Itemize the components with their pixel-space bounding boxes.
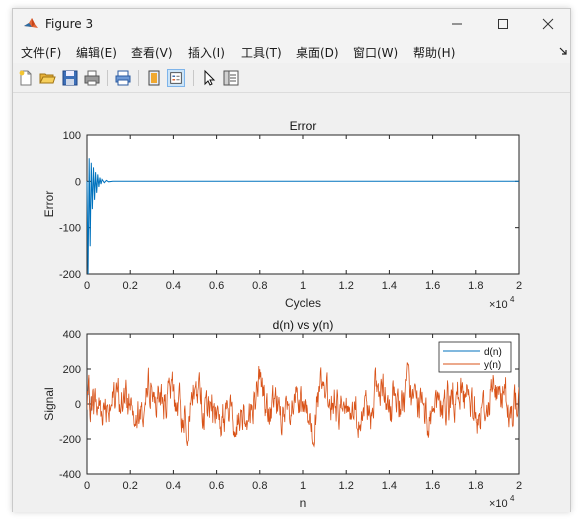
x-tick-label: 0.6 [209,480,224,492]
x-tick-label: 0 [84,280,90,292]
x-tick-label: 0.4 [166,480,181,492]
menu-bar: 文件(F) 编辑(E) 查看(V) 插入(I) 工具(T) 桌面(D) 窗口(W… [13,39,570,63]
x-axis-exponent: ×10 4 [489,494,515,510]
x-tick-label: 1.2 [339,480,354,492]
menu-desktop[interactable]: 桌面(D) [296,44,339,61]
x-tick-label: 0.6 [209,280,224,292]
x-axis-exponent: ×10 4 [489,295,515,311]
toolbar-separator [107,70,108,86]
y-tick-label: -200 [59,434,81,446]
toolbar-separator [193,70,194,86]
x-tick-label: 1.8 [468,480,483,492]
save-icon[interactable] [61,69,79,87]
y-axis-label: Error [42,191,56,218]
svg-text:×10: ×10 [489,299,508,311]
y-tick-label: -200 [59,269,81,281]
maximize-button[interactable] [480,9,526,39]
x-tick-label: 0 [84,480,90,492]
menu-tools[interactable]: 工具(T) [241,44,282,61]
x-tick-label: 0.8 [252,480,267,492]
plots-svg[interactable]: Error Cycles Error 1000-100-200 0 0.2 0.4 0… [13,93,570,512]
svg-text:4: 4 [510,295,515,304]
figure-canvas[interactable]: Error Cycles Error 100 0 -100 -200 0 0.2 0.4 0… [13,93,570,512]
x-tick-label: 1.4 [382,480,397,492]
x-tick-label: 2 [516,480,522,492]
open-file-icon[interactable] [38,69,56,87]
y-tick-label: 200 [63,364,81,376]
svg-text:4: 4 [510,494,515,503]
x-axis-label: Cycles [285,296,321,310]
edit-plot-arrow-icon[interactable] [200,69,218,87]
menu-insert[interactable]: 插入(I) [188,44,225,61]
toolbar [13,64,570,93]
svg-text:×10: ×10 [489,498,508,510]
print-preview-icon[interactable] [114,69,132,87]
y-tick-label: 0 [75,399,81,411]
y-tick-label: 100 [63,130,81,142]
close-button[interactable] [525,9,571,39]
x-tick-label: 1 [300,480,306,492]
link-plot-icon[interactable] [145,69,163,87]
x-tick-label: 1.2 [339,280,354,292]
menu-view[interactable]: 查看(V) [131,44,173,61]
property-inspector-icon[interactable] [222,69,240,87]
x-tick-label: 1.6 [425,280,440,292]
x-tick-label: 1.8 [468,280,483,292]
axes-title: d(n) vs y(n) [273,318,334,332]
new-figure-icon[interactable] [17,69,35,87]
x-axis-label: n [300,496,307,510]
y-tick-label: -100 [59,223,81,235]
y-axis-label: Signal [42,387,56,420]
y-tick-label: 0 [75,176,81,188]
window-title: Figure 3 [45,17,94,31]
legend-label-yn: y(n) [484,360,501,371]
insert-legend-icon[interactable] [167,69,185,87]
x-tick-label: 1.4 [382,280,397,292]
minimize-button[interactable] [434,9,480,39]
axes-error[interactable]: Error Cycles Error 100 0 -100 -200 0 0.2 0.4 0… [42,119,522,311]
x-tick-label: 0.2 [123,480,138,492]
menu-window[interactable]: 窗口(W) [353,44,398,61]
print-icon[interactable] [83,69,101,87]
x-tick-label: 1 [300,280,306,292]
menu-file[interactable]: 文件(F) [21,44,61,61]
x-tick-label: 2 [516,280,522,292]
title-bar: Figure 3 [13,9,570,39]
minimize-icon [452,23,462,25]
x-tick-label: 0.2 [123,280,138,292]
arrow-icon[interactable] [558,46,568,56]
x-tick-label: 1.6 [425,480,440,492]
close-icon [542,18,554,30]
legend-label-dn: d(n) [484,347,502,358]
toolbar-separator [138,70,139,86]
y-tick-label: 400 [63,329,81,341]
matlab-logo-icon [24,18,38,28]
y-tick-label: -400 [59,469,81,481]
axes-title: Error [290,119,317,133]
figure-window: Figure 3 文件(F) 编辑(E) 查看(V) 插入(I) 工具(T) 桌… [12,8,571,512]
maximize-icon [498,19,508,29]
menu-help[interactable]: 帮助(H) [413,44,455,61]
legend[interactable]: d(n) y(n) [438,341,512,373]
x-tick-label: 0.4 [166,280,181,292]
x-tick-label: 0.8 [252,280,267,292]
axes-signal[interactable]: d(n) vs y(n) n Signal 400 200 0 -200 -400 0 0… [42,318,522,510]
menu-edit[interactable]: 编辑(E) [76,44,117,61]
